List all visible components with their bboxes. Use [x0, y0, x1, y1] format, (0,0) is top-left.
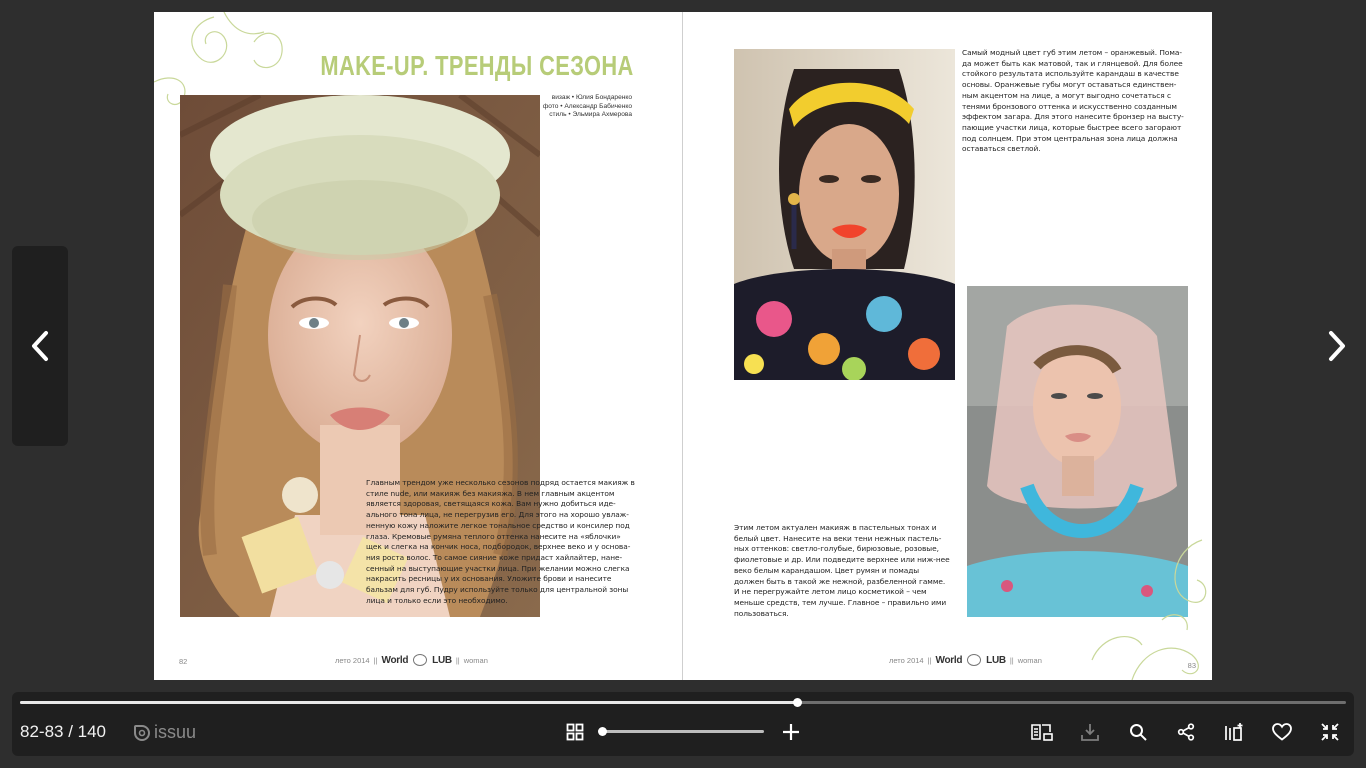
credit-style: стиль • Эльмира Ахмерова — [549, 111, 632, 119]
reader-mode-button[interactable] — [1030, 720, 1054, 744]
photo-credits: визаж • Юлия Бондаренко фото • Александр… — [543, 94, 632, 120]
next-page-button[interactable] — [1322, 316, 1352, 376]
zoom-slider[interactable] — [598, 727, 764, 736]
chevron-left-icon — [32, 331, 48, 361]
footer-section: woman — [463, 655, 488, 665]
download-icon — [1081, 724, 1099, 741]
magazine-spread: MAKE-UP. ТРЕНДЫ СЕЗОНА визаж • Юлия Бонд… — [154, 12, 1212, 680]
footer-season: лето 2014 — [335, 655, 370, 665]
credit-makeup: визаж • Юлия Бондаренко — [551, 94, 632, 101]
footer-brand-world: World — [381, 654, 409, 666]
page-left: MAKE-UP. ТРЕНДЫ СЕЗОНА визаж • Юлия Бонд… — [154, 12, 683, 680]
share-button[interactable] — [1174, 720, 1198, 744]
share-icon — [1177, 723, 1195, 741]
footer-brand-lub: LUB — [986, 654, 1006, 666]
page-number-right: 83 — [1187, 661, 1196, 670]
zoom-slider-knob[interactable] — [598, 727, 607, 736]
download-button[interactable] — [1078, 720, 1102, 744]
reader-mode-icon — [1031, 724, 1053, 741]
zoom-in-button[interactable] — [779, 720, 803, 744]
footer-brand-ring — [967, 654, 982, 666]
viewer-toolbar: 82-83 / 140 issuu — [12, 692, 1354, 756]
article-body-right-top: Самый модный цвет губ этим летом – оранж… — [962, 48, 1184, 154]
heart-icon — [1272, 723, 1292, 741]
footer-brand-world: World — [935, 654, 963, 666]
like-button[interactable] — [1270, 720, 1294, 744]
page-right: Самый модный цвет губ этим летом – оранж… — [683, 12, 1212, 680]
footer-brand-lub: LUB — [432, 654, 452, 666]
page-progress-slider[interactable] — [20, 698, 1346, 707]
grid-view-icon — [566, 723, 584, 741]
article-body-right-bottom: Этим летом актуален макияж в пастельных … — [734, 523, 950, 618]
page-progress-fill — [20, 701, 798, 704]
exit-fullscreen-icon — [1321, 723, 1339, 741]
zoom-in-icon — [783, 724, 799, 740]
footer-section: woman — [1017, 655, 1042, 665]
page-counter: 82-83 / 140 — [20, 722, 107, 741]
footer-brand-ring — [413, 654, 428, 666]
search-icon — [1130, 724, 1147, 741]
page-footer-right: лето 2014 || World LUB || woman — [889, 654, 1042, 666]
issuu-wordmark: issuu — [154, 722, 197, 742]
issuu-logo[interactable]: issuu — [134, 722, 196, 743]
exit-fullscreen-button[interactable] — [1318, 720, 1342, 744]
model-photo-orange-lips — [734, 49, 955, 380]
add-to-stack-button[interactable] — [1222, 720, 1246, 744]
page-progress-knob[interactable] — [793, 698, 803, 707]
footer-season: лето 2014 — [889, 655, 924, 665]
article-body-left: Главным трендом уже несколько сезонов по… — [366, 478, 635, 605]
chevron-right-icon — [1329, 331, 1345, 361]
grid-view-button[interactable] — [563, 720, 587, 744]
add-to-stack-icon — [1225, 723, 1243, 741]
search-button[interactable] — [1126, 720, 1150, 744]
page-number-left: 82 — [179, 657, 188, 666]
issuu-mark-icon — [134, 724, 150, 741]
page-footer-left: лето 2014 || World LUB || woman — [335, 654, 488, 666]
decorative-swirl — [1091, 539, 1207, 680]
article-title: MAKE-UP. ТРЕНДЫ СЕЗОНА — [320, 50, 634, 81]
credit-photo: фото • Александр Бабиченко — [542, 102, 632, 110]
previous-page-button[interactable] — [12, 246, 68, 446]
